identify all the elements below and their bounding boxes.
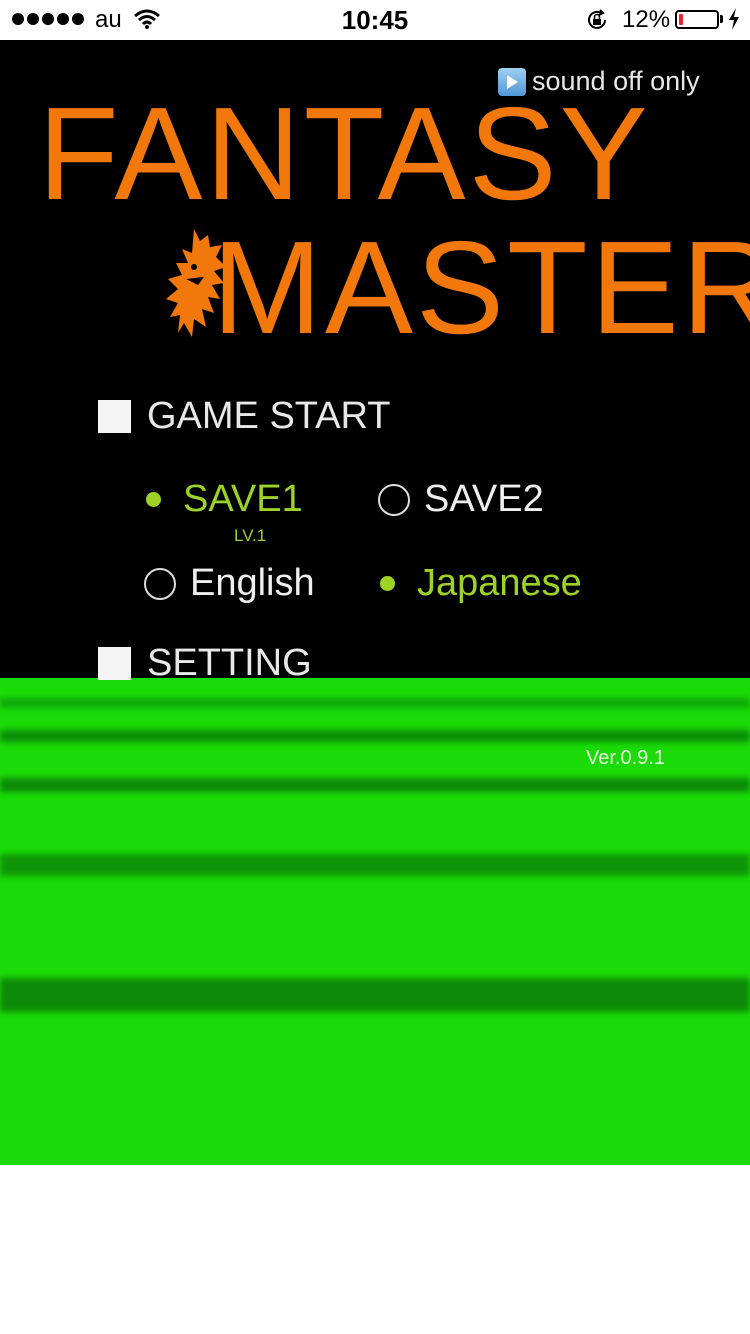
japanese-label: Japanese — [417, 562, 582, 604]
battery-level-fill — [679, 14, 683, 25]
ground-stripe — [0, 698, 750, 708]
setting-button[interactable]: SETTING — [98, 642, 312, 685]
save1-label: SAVE1 — [183, 478, 303, 520]
title-master: MASTER — [212, 214, 750, 361]
game-screen: sound off only FANTASY MASTER GAME START… — [0, 40, 750, 1165]
game-start-label: GAME START — [147, 395, 391, 437]
battery-tip — [720, 15, 723, 23]
selected-dot-icon — [380, 576, 395, 591]
version-label: Ver.0.9.1 — [586, 747, 665, 769]
ground-stripe — [0, 778, 750, 792]
unselected-radio-icon — [144, 567, 176, 600]
battery-icon — [675, 10, 719, 29]
selected-dot-icon — [146, 492, 161, 507]
setting-label: SETTING — [147, 642, 312, 684]
english-label: English — [190, 562, 315, 604]
ground-stripe — [0, 730, 750, 742]
game-start-button[interactable]: GAME START — [98, 395, 391, 438]
charging-bolt-icon — [729, 8, 739, 30]
battery-percent: 12% — [622, 6, 671, 33]
save1-option[interactable]: SAVE1 — [144, 478, 303, 521]
unselected-radio-icon — [378, 483, 410, 516]
save2-option[interactable]: SAVE2 — [378, 478, 544, 521]
orientation-lock-icon — [588, 9, 606, 29]
save1-level: LV.1 — [234, 526, 267, 545]
title-fantasy: FANTASY — [38, 80, 651, 227]
square-bullet-icon — [98, 647, 131, 680]
square-bullet-icon — [98, 400, 131, 433]
english-option[interactable]: English — [144, 562, 315, 605]
status-bar: au 10:45 12% — [0, 0, 750, 40]
japanese-option[interactable]: Japanese — [378, 562, 582, 605]
ground-stripe — [0, 854, 750, 876]
save2-label: SAVE2 — [424, 478, 544, 520]
ground-stripe — [0, 978, 750, 1012]
